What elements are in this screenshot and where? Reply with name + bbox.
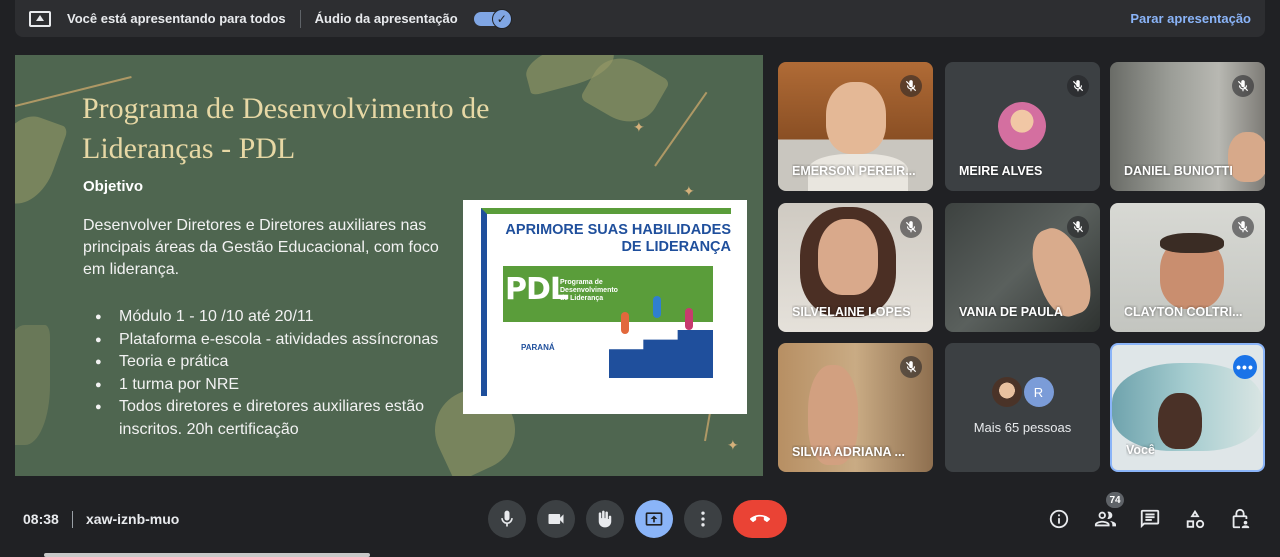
participant-video-figure bbox=[1158, 393, 1202, 449]
host-controls-button[interactable] bbox=[1227, 506, 1253, 532]
people-icon bbox=[1094, 511, 1116, 527]
bullet-item: Teoria e prática bbox=[95, 351, 465, 374]
raise-hand-button[interactable] bbox=[586, 500, 624, 538]
mic-off-icon bbox=[1067, 216, 1089, 238]
present-screen-icon bbox=[645, 512, 663, 526]
presentation-audio-toggle[interactable]: ✓ bbox=[473, 8, 512, 29]
slide-bullet-list: Módulo 1 - 10 /10 até 20/11 Plataforma e… bbox=[95, 306, 465, 441]
self-view-tile[interactable]: ••• Você bbox=[1110, 343, 1265, 472]
microphone-button[interactable] bbox=[488, 500, 526, 538]
participant-video-figure bbox=[1160, 233, 1224, 253]
pdl-logo-subtitle: Programa de Desenvolvimento de Liderança bbox=[560, 279, 618, 302]
participant-name: EMERSON PEREIR... bbox=[792, 164, 916, 178]
decorative-star-icon: ✦ bbox=[633, 119, 645, 135]
participant-name: DANIEL BUNIOTTI bbox=[1124, 164, 1233, 178]
avatar bbox=[998, 102, 1046, 150]
chat-icon bbox=[1140, 509, 1160, 529]
hand-icon bbox=[598, 510, 612, 528]
participant-tile[interactable]: CLAYTON COLTRI... bbox=[1110, 203, 1265, 332]
mic-off-icon bbox=[1067, 75, 1089, 97]
bullet-item: Todos diretores e diretores auxiliares e… bbox=[95, 396, 465, 441]
more-vert-icon bbox=[701, 511, 705, 527]
slide-subtitle: Objetivo bbox=[83, 178, 144, 195]
presentation-slide: ✦ ✦ ✦ Programa de Desenvolvimento de Lid… bbox=[15, 55, 763, 476]
slide-description: Desenvolver Diretores e Diretores auxili… bbox=[83, 217, 439, 278]
decorative-stroke bbox=[654, 91, 708, 167]
participant-tile[interactable]: SILVIA ADRIANA ... bbox=[778, 343, 933, 472]
camera-button[interactable] bbox=[537, 500, 575, 538]
person-illustration bbox=[621, 312, 629, 334]
bullet-item: Plataforma e-escola - atividades assíncr… bbox=[95, 329, 465, 352]
more-participants-label: Mais 65 pessoas bbox=[973, 420, 1072, 435]
more-options-icon[interactable]: ••• bbox=[1233, 355, 1257, 379]
decorative-leaf bbox=[15, 107, 69, 213]
person-illustration bbox=[685, 308, 693, 330]
participant-name: CLAYTON COLTRI... bbox=[1124, 305, 1243, 319]
participant-name: SILVELAINE LOPES bbox=[792, 305, 911, 319]
decorative-star-icon: ✦ bbox=[727, 437, 739, 453]
pdl-logo: PDL bbox=[505, 272, 569, 307]
more-options-button[interactable] bbox=[684, 500, 722, 538]
pdl-promo-image: APRIMORE SUAS HABILIDADES DE LIDERANÇA P… bbox=[463, 200, 747, 414]
video-camera-icon bbox=[548, 514, 564, 524]
parana-logo: PARANÁ bbox=[521, 343, 555, 352]
participant-name: Você bbox=[1126, 443, 1155, 457]
horizontal-scrollbar[interactable] bbox=[44, 553, 370, 557]
bottom-control-bar: 08:38 xaw-iznb-muo 74 bbox=[0, 488, 1280, 550]
more-participants-tile[interactable]: R Mais 65 pessoas bbox=[945, 343, 1100, 472]
bullet-item: Módulo 1 - 10 /10 até 20/11 bbox=[95, 306, 465, 329]
mic-off-icon bbox=[900, 75, 922, 97]
info-icon bbox=[1049, 509, 1069, 529]
slide-title: Programa de Desenvolvimento de Liderança… bbox=[82, 92, 490, 165]
avatar bbox=[991, 377, 1022, 407]
meeting-time: 08:38 bbox=[23, 511, 59, 527]
participant-video-figure bbox=[1228, 132, 1265, 182]
present-screen-icon bbox=[29, 10, 51, 27]
activities-button[interactable] bbox=[1182, 506, 1208, 532]
mic-icon bbox=[501, 510, 513, 527]
meeting-details-button[interactable] bbox=[1046, 506, 1072, 532]
shapes-icon bbox=[1186, 509, 1205, 529]
more-participants-avatars: R bbox=[945, 377, 1100, 407]
lock-person-icon bbox=[1232, 508, 1250, 529]
participant-name: VANIA DE PAULA bbox=[959, 305, 1063, 319]
bullet-item: 1 turma por NRE bbox=[95, 374, 465, 397]
leave-call-button[interactable] bbox=[733, 500, 787, 538]
avatar: R bbox=[1023, 377, 1054, 407]
decorative-leaf bbox=[15, 325, 50, 445]
hang-up-icon bbox=[750, 514, 770, 522]
participant-video-figure bbox=[826, 82, 886, 154]
participant-tile[interactable]: DANIEL BUNIOTTI bbox=[1110, 62, 1265, 191]
present-now-button[interactable] bbox=[635, 500, 673, 538]
participant-tile[interactable]: VANIA DE PAULA bbox=[945, 203, 1100, 332]
participant-tile[interactable]: MEIRE ALVES bbox=[945, 62, 1100, 191]
participant-tile[interactable]: SILVELAINE LOPES bbox=[778, 203, 933, 332]
chat-button[interactable] bbox=[1137, 506, 1163, 532]
person-illustration bbox=[653, 296, 661, 318]
check-icon: ✓ bbox=[491, 8, 512, 29]
mic-off-icon bbox=[1232, 216, 1254, 238]
mic-off-icon bbox=[900, 216, 922, 238]
banner-divider bbox=[299, 9, 301, 28]
presenting-banner: Você está apresentando para todos Áudio … bbox=[15, 0, 1265, 37]
stop-presenting-button[interactable]: Parar apresentação bbox=[1130, 11, 1251, 26]
people-count-badge: 74 bbox=[1106, 492, 1124, 508]
meeting-code: xaw-iznb-muo bbox=[86, 511, 180, 527]
presentation-audio-label: Áudio da apresentação bbox=[314, 11, 458, 26]
people-button[interactable] bbox=[1092, 506, 1118, 532]
mic-off-icon bbox=[900, 356, 922, 378]
bottom-divider bbox=[72, 511, 73, 528]
presenting-status-text: Você está apresentando para todos bbox=[67, 11, 286, 26]
participant-name: MEIRE ALVES bbox=[959, 164, 1043, 178]
mic-off-icon bbox=[1232, 75, 1254, 97]
participant-video-figure bbox=[818, 219, 878, 295]
decorative-star-icon: ✦ bbox=[683, 183, 695, 199]
participant-tile[interactable]: EMERSON PEREIR... bbox=[778, 62, 933, 191]
participant-name: SILVIA ADRIANA ... bbox=[792, 445, 905, 459]
pdl-heading: APRIMORE SUAS HABILIDADES DE LIDERANÇA bbox=[505, 222, 731, 255]
